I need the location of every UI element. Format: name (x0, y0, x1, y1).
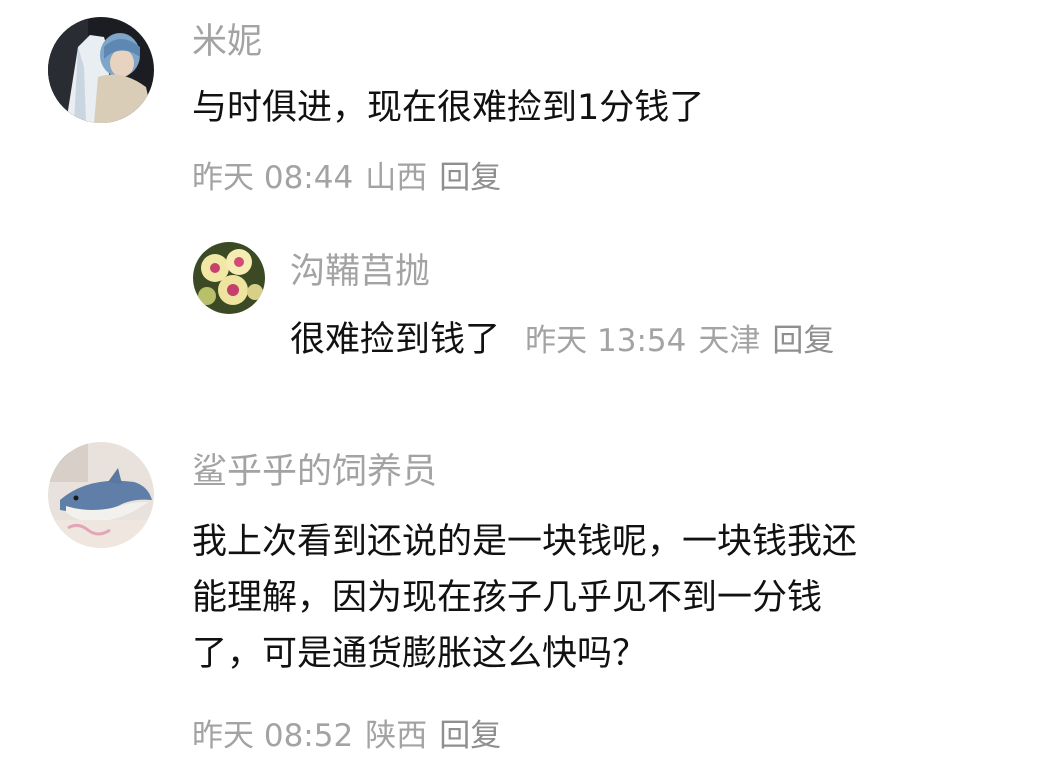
avatar-shark-plush-icon (48, 442, 154, 548)
reply-location: 天津 (698, 323, 761, 359)
avatar[interactable] (48, 17, 154, 123)
comment-line: 与时俱进，现在很难捡到1分钱了 (192, 88, 705, 128)
username[interactable]: 米妮 (192, 20, 262, 64)
comment-time: 昨天 08:52 (192, 718, 354, 754)
comment-line: 能理解，因为现在孩子几乎见不到一分钱 (192, 578, 823, 618)
comment-meta: 昨天 08:44 山西 回复 (192, 158, 513, 198)
comment-text: 我上次看到还说的是一块钱呢，一块钱我还 能理解，因为现在孩子几乎见不到一分钱 了… (192, 514, 857, 682)
reply-time: 昨天 13:54 (525, 323, 687, 359)
comment-time: 昨天 08:44 (192, 160, 354, 196)
username[interactable]: 沟鞴莒抛 (290, 250, 430, 294)
reply-button[interactable]: 回复 (439, 160, 501, 196)
reply-button[interactable]: 回复 (772, 323, 834, 359)
comment-location: 山西 (365, 160, 428, 196)
reply-text: 很难捡到钱了 (290, 320, 501, 360)
reply-text-row: 很难捡到钱了 昨天 13:54 天津 回复 (290, 314, 846, 366)
comment-line: 我上次看到还说的是一块钱呢，一块钱我还 (192, 522, 858, 562)
avatar[interactable] (193, 242, 265, 314)
comment-meta: 昨天 08:52 陕西 回复 (192, 716, 513, 756)
avatar-orchid-flowers-icon (193, 242, 265, 314)
comment-item: 鲨乎乎的饲养员 我上次看到还说的是一块钱呢，一块钱我还 能理解，因为现在孩子几乎… (0, 430, 1054, 779)
comment-line: 了，可是通货膨胀这么快吗？ (192, 634, 648, 674)
reply-item: 沟鞴莒抛 很难捡到钱了 昨天 13:54 天津 回复 (0, 230, 1054, 380)
username[interactable]: 鲨乎乎的饲养员 (192, 450, 437, 494)
avatar[interactable] (48, 442, 154, 548)
comment-item: 米妮 与时俱进，现在很难捡到1分钱了 昨天 08:44 山西 回复 (0, 0, 1054, 220)
comment-text: 与时俱进，现在很难捡到1分钱了 (192, 82, 704, 134)
reply-button[interactable]: 回复 (439, 718, 501, 754)
comment-location: 陕西 (365, 718, 428, 754)
avatar-blue-hair-person-icon (48, 17, 154, 123)
reply-meta: 昨天 13:54 天津 回复 (525, 323, 846, 359)
